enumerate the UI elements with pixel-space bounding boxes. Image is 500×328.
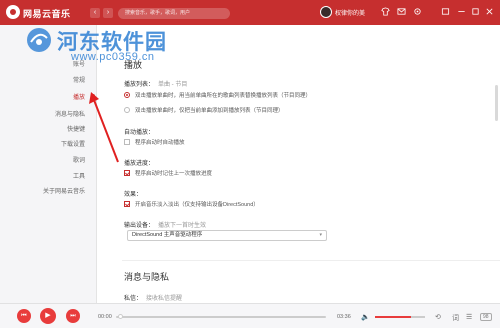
autoplay-option-label: 程序启动时自动播放 <box>135 140 185 146</box>
playlist-count-badge: 98 <box>480 313 492 321</box>
output-hint: 播放下一首时生效 <box>158 223 207 229</box>
sidebar-item-general[interactable]: 常规 <box>5 75 85 84</box>
annotation-arrow <box>89 92 119 163</box>
settings-sidebar: 账号 常规 播放 消息与隐私 快捷键 下载设置 歌词 工具 关于网易云音乐 <box>0 25 95 303</box>
volume-icon[interactable]: 🔈 <box>361 313 370 321</box>
progress-option[interactable]: 程序启动时记住上一次播放进度 <box>124 169 212 177</box>
sidebar-item-tools[interactable]: 工具 <box>5 171 85 180</box>
mini-mode-icon[interactable] <box>440 7 450 17</box>
title-bar: 网易云音乐 ‹ › 搜索音乐，歌手，歌词，用户 权律你的美 <box>0 0 500 25</box>
output-device-select[interactable]: DirectSound 主声音驱动程序 ▾ <box>127 230 327 241</box>
playlist-label: 播放列表： <box>124 82 155 88</box>
sidebar-item-privacy[interactable]: 消息与隐私 <box>5 109 85 118</box>
close-icon[interactable] <box>484 7 494 17</box>
settings-gear-icon[interactable] <box>412 7 422 17</box>
content-scrollbar[interactable] <box>495 85 498 121</box>
maximize-icon[interactable] <box>470 7 480 17</box>
sidebar-item-lyrics[interactable]: 歌词 <box>5 155 85 164</box>
lyrics-icon[interactable]: 词 <box>452 313 459 323</box>
netease-logo-icon[interactable] <box>6 5 20 19</box>
playlist-option-replace-label: 双击播放单曲时，用当前单曲所在的歌曲列表替换播放列表（节目同理） <box>135 93 312 99</box>
sidebar-item-shortcuts[interactable]: 快捷键 <box>5 124 85 133</box>
playlist-icon[interactable]: ☰ <box>466 313 472 321</box>
output-device-value: DirectSound 主声音驱动程序 <box>132 232 203 238</box>
skin-icon[interactable] <box>380 7 390 17</box>
autoplay-option[interactable]: 程序启动时自动播放 <box>124 138 185 146</box>
total-time: 03:36 <box>337 314 351 320</box>
progress-label: 播放进度： <box>124 161 155 167</box>
minimize-icon[interactable] <box>456 7 466 17</box>
private-msg-label: 私信： <box>124 296 143 302</box>
playlist-hint: 单曲 - 节目 <box>158 82 188 88</box>
next-track-button[interactable]: ⏭ <box>66 309 80 323</box>
username[interactable]: 权律你的美 <box>335 8 365 17</box>
chevron-down-icon: ▾ <box>319 232 322 238</box>
sidebar-item-playback[interactable]: 播放 <box>5 92 85 101</box>
section-title-privacy: 消息与隐私 <box>124 272 170 282</box>
app-title: 网易云音乐 <box>23 9 71 19</box>
section-title-playback: 播放 <box>124 60 143 70</box>
effect-checkbox[interactable] <box>124 201 130 207</box>
volume-fill <box>375 316 411 318</box>
sidebar-item-account[interactable]: 账号 <box>5 59 85 68</box>
progress-checkbox[interactable] <box>124 170 130 176</box>
search-input[interactable]: 搜索音乐，歌手，歌词，用户 <box>118 8 230 19</box>
autoplay-label: 自动播放： <box>124 130 155 136</box>
player-bar: ⏮ ▶ ⏭ 00:00 03:36 🔈 ⟲ 词 ☰ 98 <box>0 303 500 328</box>
loop-icon[interactable]: ⟲ <box>435 313 441 321</box>
output-setting-label: 输出设备： 播放下一首时生效 <box>124 220 206 229</box>
avatar[interactable] <box>320 6 332 18</box>
playlist-option-append[interactable]: 双击播放单曲时，仅把当前单曲添加到播放列表（节目同理） <box>124 106 284 114</box>
section-divider <box>122 260 500 261</box>
play-button[interactable]: ▶ <box>40 308 56 324</box>
sidebar-item-about[interactable]: 关于网易云音乐 <box>5 186 85 195</box>
private-msg-value: 接收私信提醒 <box>146 296 183 302</box>
progress-option-label: 程序启动时记住上一次播放进度 <box>135 171 213 177</box>
mail-icon[interactable] <box>396 7 406 17</box>
previous-track-button[interactable]: ⏮ <box>17 309 31 323</box>
output-label: 输出设备： <box>124 223 155 229</box>
forward-arrow-icon[interactable]: › <box>103 8 113 18</box>
playlist-option-replace[interactable]: 双击播放单曲时，用当前单曲所在的歌曲列表替换播放列表（节目同理） <box>124 91 311 99</box>
effect-label: 效果： <box>124 192 143 198</box>
effect-option[interactable]: 开启音乐淡入淡出（仅支持输出设备DirectSound） <box>124 200 259 208</box>
settings-content: 播放 播放列表： 单曲 - 节目 双击播放单曲时，用当前单曲所在的歌曲列表替换播放… <box>97 25 500 303</box>
sidebar-item-download[interactable]: 下载设置 <box>5 139 85 148</box>
effect-option-label: 开启音乐淡入淡出（仅支持输出设备DirectSound） <box>135 202 259 208</box>
back-arrow-icon[interactable]: ‹ <box>90 8 100 18</box>
playlist-setting-label: 播放列表： 单曲 - 节目 <box>124 79 187 88</box>
progress-track[interactable] <box>116 316 326 318</box>
progress-handle[interactable] <box>118 314 123 319</box>
private-msg-setting: 私信： 接收私信提醒 <box>124 293 182 302</box>
current-time: 00:00 <box>98 314 112 320</box>
playlist-option-append-label: 双击播放单曲时，仅把当前单曲添加到播放列表（节目同理） <box>135 108 284 114</box>
